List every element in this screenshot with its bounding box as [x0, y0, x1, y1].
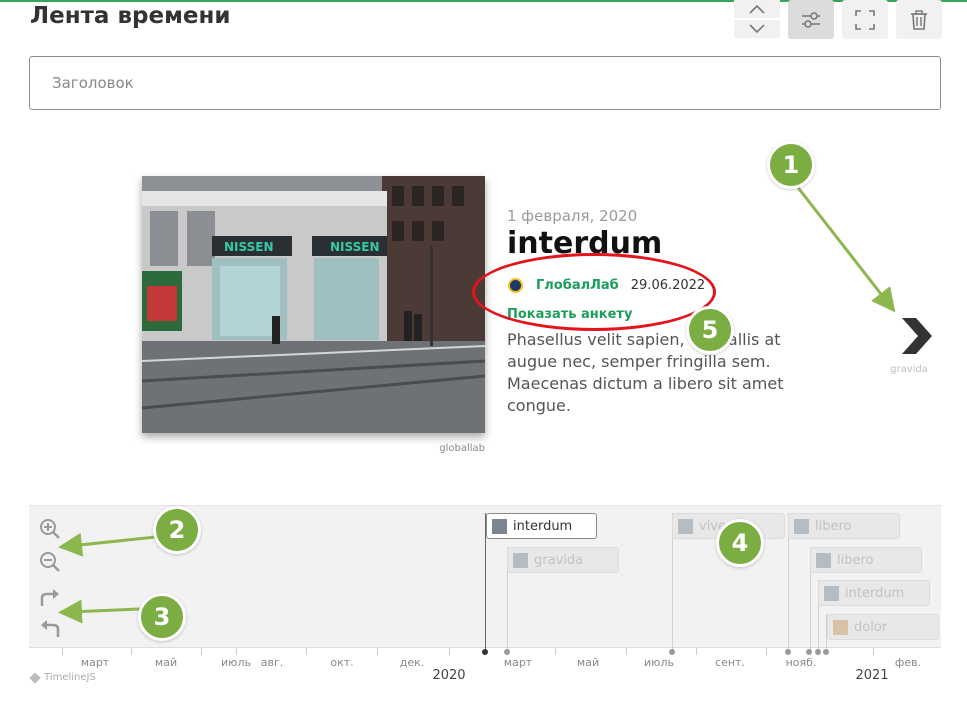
title-input[interactable]	[29, 56, 941, 110]
axis-month-label: сент.	[715, 656, 745, 669]
undo-icon[interactable]	[39, 617, 61, 639]
redo-icon[interactable]	[39, 586, 61, 608]
move-up-button[interactable]	[734, 0, 780, 18]
move-buttons	[734, 0, 780, 39]
axis-dot	[504, 649, 510, 655]
axis-month-label: март	[80, 656, 110, 669]
next-slide-arrow-icon[interactable]	[898, 316, 934, 356]
axis-month-label: фев.	[894, 656, 922, 669]
slide-photo: NISSEN NISSEN	[142, 176, 485, 433]
fullscreen-icon	[855, 9, 875, 30]
highlight-ellipse	[472, 253, 716, 331]
axis-dot	[806, 649, 812, 655]
zoom-out-icon[interactable]	[39, 551, 61, 573]
sliders-icon	[802, 11, 820, 28]
axis-month-label: авг.	[260, 656, 284, 669]
marker-thumbnail	[794, 518, 809, 534]
axis-year-label: 2021	[855, 668, 889, 683]
slide-text: Phasellus velit sapien, convallis at aug…	[507, 330, 784, 415]
marker-label: interdum	[845, 585, 905, 601]
annotation-badge-3: 3	[138, 593, 186, 641]
annotation-badge-5: 5	[686, 306, 734, 354]
timeline-marker[interactable]: gravida	[507, 547, 619, 573]
zoom-in-icon[interactable]	[39, 518, 61, 540]
timeline-marker[interactable]: interdum	[486, 513, 597, 539]
timeline-marker[interactable]: interdum	[818, 580, 930, 606]
marker-thumbnail	[678, 518, 693, 534]
marker-thumbnail	[513, 552, 528, 568]
next-slide-label[interactable]: gravida	[885, 364, 933, 375]
annotation-badge-2: 2	[153, 506, 201, 554]
timeline-marker[interactable]: libero	[810, 547, 922, 573]
timeline-marker[interactable]: dolor	[827, 614, 939, 640]
marker-thumbnail	[824, 585, 839, 601]
marker-label: dolor	[854, 619, 888, 635]
photo-sign-2: NISSEN	[330, 240, 380, 254]
page-title: Лента времени	[30, 3, 231, 29]
marker-label: libero	[815, 518, 852, 534]
brand-label: TimelineJS	[44, 672, 96, 683]
marker-thumbnail	[492, 518, 507, 534]
photo-credit: globallab	[439, 443, 485, 454]
axis-month-label: дек.	[399, 656, 425, 669]
timeline-marker[interactable]: libero	[788, 513, 900, 539]
delete-button[interactable]	[896, 0, 942, 39]
fullscreen-button[interactable]	[842, 0, 888, 39]
marker-label: libero	[837, 552, 874, 568]
chevron-down-icon	[749, 24, 765, 34]
axis-dot	[482, 649, 488, 655]
marker-label: interdum	[513, 518, 573, 534]
axis-month-label: нояб.	[785, 656, 817, 669]
axis-month-label: окт.	[330, 656, 354, 669]
axis-month-label: март	[503, 656, 533, 669]
marker-label: gravida	[534, 552, 584, 568]
axis-dot	[785, 649, 791, 655]
axis-month-label: июль	[644, 656, 674, 669]
annotation-badge-4: 4	[716, 519, 764, 567]
move-down-button[interactable]	[734, 20, 780, 38]
slide-date: 1 февраля, 2020	[507, 207, 638, 225]
marker-thumbnail	[816, 552, 831, 568]
axis-year-label: 2020	[432, 668, 466, 683]
axis-dot	[823, 649, 829, 655]
axis-month-label: май	[154, 656, 178, 669]
axis-month-label: май	[576, 656, 600, 669]
axis-month-label: июль	[221, 656, 251, 669]
marker-thumbnail	[833, 619, 848, 635]
settings-button[interactable]	[788, 0, 834, 39]
photo-sign-1: NISSEN	[224, 240, 274, 254]
trash-icon	[911, 9, 927, 30]
chevron-up-icon	[749, 4, 765, 14]
timelinejs-brand: TimelineJS	[29, 671, 96, 684]
axis-dot	[669, 649, 675, 655]
annotation-badge-1: 1	[767, 141, 815, 189]
axis-dot	[815, 649, 821, 655]
timelinejs-logo-icon	[29, 671, 41, 684]
